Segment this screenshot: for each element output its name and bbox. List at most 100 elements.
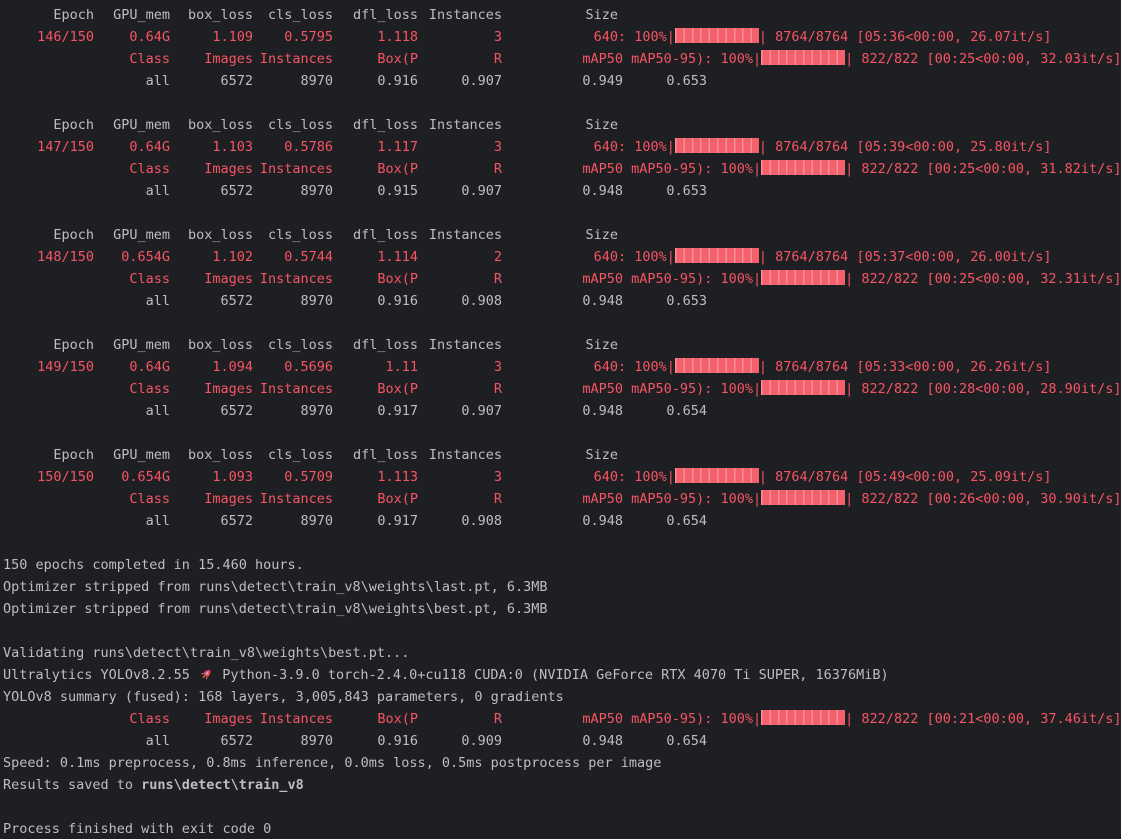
console-output[interactable]: Epoch GPU_mem box_loss cls_loss dfl_loss Inst… — [0, 0, 1121, 839]
table-cell: 149/150 — [37, 359, 94, 375]
table-cell: 1.094 — [212, 359, 253, 375]
table-cell: 147/150 — [37, 139, 94, 155]
text-run: | 8764/8764 [05:49<00:00, 25.09it/s] — [758, 469, 1052, 485]
table-cell: 0.5696 — [284, 359, 333, 375]
table-cell: 0.653 — [666, 293, 707, 309]
terminal-line: 149/150 0.64G 1.094 0.5696 1.11 3 640: 100%| | … — [3, 356, 1121, 378]
table-cell: 0.654 — [666, 403, 707, 419]
text-run: Ultralytics YOLOv8.2.55 — [3, 667, 199, 683]
table-cell: Box(P — [377, 51, 418, 67]
table-cell: 0.907 — [461, 183, 502, 199]
table-cell: 6572 — [220, 73, 253, 89]
text-run: 150 epochs completed in 15.460 hours. — [3, 557, 304, 573]
progress-bar — [674, 468, 759, 483]
table-cell: Size — [585, 337, 618, 353]
table-cell: 0.654 — [666, 513, 707, 529]
terminal-line: Ultralytics YOLOv8.2.55 Python-3.9.0 tor… — [3, 664, 1121, 686]
progress-bar — [761, 50, 846, 65]
text-run: Python-3.9.0 torch-2.4.0+cu118 CUDA:0 (N… — [214, 667, 889, 683]
exit-status: Process finished with exit code 0 — [3, 821, 272, 837]
text-run: | 822/822 [00:21<00:00, 37.46it/s] — [845, 711, 1121, 727]
text-run: Speed: 0.1ms preprocess, 0.8ms inference… — [3, 755, 662, 771]
terminal-line: 150/150 0.654G 1.093 0.5709 1.113 3 640: 100%|… — [3, 466, 1121, 488]
terminal-line: Results saved to runs\detect\train_v8 — [3, 774, 1121, 796]
table-cell: Images — [204, 491, 253, 507]
table-cell: 640 — [593, 469, 618, 485]
table-cell: Instances — [428, 117, 502, 133]
table-cell: dfl_loss — [352, 337, 418, 353]
table-cell: 0.909 — [461, 733, 502, 749]
table-cell: 0.653 — [666, 183, 707, 199]
terminal-line: Class Images Instances Box(P RmAP50 mAP50-95… — [3, 708, 1121, 730]
table-cell: mAP50 — [582, 271, 623, 287]
table-cell: mAP50 — [582, 161, 623, 177]
table-cell: 148/150 — [37, 249, 94, 265]
table-cell: Images — [204, 271, 253, 287]
table-cell: 6572 — [220, 293, 253, 309]
table-cell: Images — [204, 161, 253, 177]
table-cell: 8970 — [300, 733, 333, 749]
table-cell: Box(P — [377, 491, 418, 507]
table-cell: 0.948 — [582, 403, 623, 419]
terminal-line: Class Images Instances Box(P RmAP50 mAP50-95… — [3, 158, 1121, 180]
table-cell: 0.949 — [582, 73, 623, 89]
table-cell: GPU_mem — [113, 447, 170, 463]
table-cell: Instances — [428, 337, 502, 353]
table-cell: 0.5709 — [284, 469, 333, 485]
table-cell: 8970 — [300, 403, 333, 419]
text-run: Optimizer stripped from runs\detect\trai… — [3, 601, 548, 617]
table-cell: all — [145, 293, 170, 309]
table-cell: 0.948 — [582, 183, 623, 199]
text-run: mAP50-95): 100%| — [623, 381, 762, 397]
table-cell: Box(P — [377, 161, 418, 177]
terminal-line: Optimizer stripped from runs\detect\trai… — [3, 576, 1121, 598]
table-cell: all — [145, 733, 170, 749]
table-cell: 3 — [493, 469, 502, 485]
terminal-line: all 6572 8970 0.915 0.907 0.948 0.653 — [3, 180, 1121, 202]
table-cell: Images — [204, 51, 253, 67]
terminal-line: Class Images Instances Box(P RmAP50 mAP50-95… — [3, 488, 1121, 510]
table-cell: Epoch — [53, 337, 94, 353]
text-run: mAP50-95): 100%| — [623, 161, 762, 177]
table-cell: Class — [129, 51, 170, 67]
text-run: | 822/822 [00:28<00:00, 28.90it/s] — [845, 381, 1121, 397]
table-cell: 6572 — [220, 403, 253, 419]
table-cell: dfl_loss — [352, 117, 418, 133]
progress-bar — [761, 490, 846, 505]
table-cell: Instances — [428, 227, 502, 243]
table-cell: 6572 — [220, 513, 253, 529]
terminal-line: 150 epochs completed in 15.460 hours. — [3, 554, 1121, 576]
text-run: | 822/822 [00:25<00:00, 32.31it/s] — [845, 271, 1121, 287]
text-run: : 100%| — [618, 249, 675, 265]
table-cell: 1.11 — [385, 359, 418, 375]
table-cell: 0.653 — [666, 73, 707, 89]
table-cell: 6572 — [220, 183, 253, 199]
table-cell: R — [493, 381, 502, 397]
text-run: | 8764/8764 [05:39<00:00, 25.80it/s] — [758, 139, 1052, 155]
table-cell: 0.917 — [377, 403, 418, 419]
table-cell: dfl_loss — [352, 7, 418, 23]
terminal-line: Class Images Instances Box(P RmAP50 mAP50-95… — [3, 268, 1121, 290]
terminal-line: 147/150 0.64G 1.103 0.5786 1.117 3 640: 100%| |… — [3, 136, 1121, 158]
table-cell: Instances — [259, 381, 333, 397]
table-cell: 1.118 — [377, 29, 418, 45]
table-cell: box_loss — [187, 337, 253, 353]
table-cell: cls_loss — [267, 227, 333, 243]
table-cell: Class — [129, 161, 170, 177]
table-cell: 3 — [493, 139, 502, 155]
table-cell: 0.64G — [129, 359, 170, 375]
terminal-line: Epoch GPU_mem box_loss cls_loss dfl_loss Inst… — [3, 334, 1121, 356]
progress-bar — [761, 710, 846, 725]
terminal-line: 148/150 0.654G 1.102 0.5744 1.114 2 640: 100%|… — [3, 246, 1121, 268]
table-cell: all — [145, 73, 170, 89]
table-cell: GPU_mem — [113, 227, 170, 243]
text-run: | 822/822 [00:26<00:00, 30.90it/s] — [845, 491, 1121, 507]
table-cell: Epoch — [53, 117, 94, 133]
table-cell: Epoch — [53, 7, 94, 23]
table-cell: 0.907 — [461, 403, 502, 419]
table-cell: 0.654G — [121, 469, 170, 485]
table-cell: R — [493, 711, 502, 727]
table-cell: Size — [585, 227, 618, 243]
